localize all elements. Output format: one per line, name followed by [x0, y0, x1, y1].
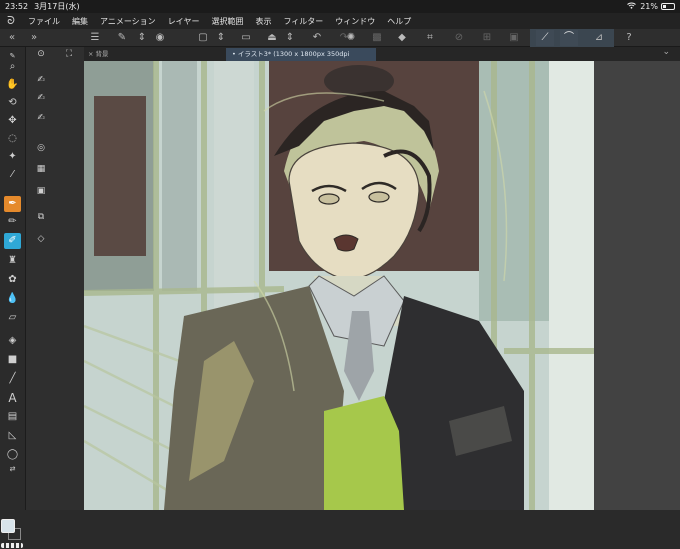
- document-tabs: × 背景 • イラスト3* (1300 x 1800px 350dpi 182.…: [84, 47, 680, 71]
- sub-pen-b-icon[interactable]: ✍: [33, 91, 49, 106]
- menu-layer[interactable]: レイヤー: [162, 16, 206, 27]
- pencil-icon[interactable]: ✏: [4, 214, 21, 230]
- fill-icon[interactable]: ◆: [393, 30, 411, 46]
- battery-percent: 21%: [640, 2, 658, 11]
- chevron-right-icon[interactable]: »: [25, 30, 43, 46]
- ruler-icon[interactable]: ◺: [4, 428, 21, 444]
- stepper-icon[interactable]: ⇕: [133, 30, 151, 46]
- hamburger-menu-icon[interactable]: ☰: [86, 30, 104, 46]
- sub-layers-icon[interactable]: ◇: [33, 232, 49, 247]
- save-icon[interactable]: ⏏: [263, 30, 281, 46]
- undo-icon[interactable]: ↶: [308, 30, 326, 46]
- sub-search-icon[interactable]: ⊙: [33, 47, 49, 62]
- blend-icon[interactable]: 💧: [4, 291, 21, 307]
- eyedropper-icon[interactable]: ⁄: [4, 167, 21, 183]
- status-time: 23:52: [5, 2, 29, 11]
- sub-tool-bar: ⊙ ⛶ ✍ ✍ ✍ ◎ ▦ ▣ ⧉ ◇: [26, 47, 84, 510]
- stepper-icon-2[interactable]: ⇕: [212, 30, 230, 46]
- curve-snap-icon[interactable]: ⌒: [560, 30, 578, 46]
- pen-tool-icon[interactable]: ✒: [4, 196, 21, 212]
- transparent-color[interactable]: [1, 543, 23, 548]
- wifi-icon: [627, 2, 637, 11]
- move-icon[interactable]: ✥: [4, 113, 21, 129]
- tab-background[interactable]: × 背景: [84, 48, 113, 61]
- tool-bar: ✎ ⌕ ✋ ⟲ ✥ ◌ ✦ ⁄ ✒ ✏ ✐ ♜ ✿ 💧 ▱ ◈ ■ ╱ A ▤ …: [0, 47, 26, 548]
- menu-animation[interactable]: アニメーション: [94, 16, 162, 27]
- menu-selection[interactable]: 選択範囲: [205, 16, 249, 27]
- drawing-canvas[interactable]: [84, 61, 594, 510]
- zoom-icon[interactable]: ⌕: [4, 59, 21, 75]
- decoration-icon[interactable]: ✿: [4, 272, 21, 288]
- frame-icon[interactable]: ▤: [4, 409, 21, 425]
- sub-material-icon[interactable]: ⧉: [33, 210, 49, 225]
- menu-edit[interactable]: 編集: [66, 16, 94, 27]
- battery-icon: [661, 3, 675, 10]
- hand-icon[interactable]: ✋: [4, 77, 21, 93]
- magic-wand-icon[interactable]: ✦: [4, 149, 21, 165]
- lasso-icon[interactable]: ◌: [4, 131, 21, 147]
- stepper-icon-3[interactable]: ⇕: [281, 30, 299, 46]
- view-icon[interactable]: ◉: [151, 30, 169, 46]
- clear-icon[interactable]: ▩: [368, 30, 386, 46]
- new-canvas-icon[interactable]: ▢: [194, 30, 212, 46]
- artwork: [84, 61, 594, 510]
- menu-window[interactable]: ウィンドウ: [329, 16, 381, 27]
- sub-star-icon[interactable]: ⛶: [61, 47, 77, 62]
- color-swatch[interactable]: [1, 519, 23, 549]
- collapse-left-icon[interactable]: «: [3, 30, 21, 46]
- crop-icon[interactable]: ▣: [505, 30, 523, 46]
- airbrush-icon[interactable]: ♜: [4, 253, 21, 269]
- status-bar: 23:52 3月17日(水) 21%: [0, 0, 680, 13]
- fill-bucket-icon[interactable]: ◈: [4, 333, 21, 349]
- status-date: 3月17日(水): [34, 2, 80, 11]
- sub-navigator-icon[interactable]: ▣: [33, 184, 49, 199]
- sub-color-wheel-icon[interactable]: ◎: [33, 141, 49, 156]
- gradient-icon[interactable]: ■: [4, 352, 21, 368]
- text-tool-icon[interactable]: A: [4, 390, 21, 406]
- canvas-area: [84, 61, 680, 510]
- rotate-icon[interactable]: ⟲: [4, 95, 21, 111]
- perspective-ruler-icon[interactable]: ⊿: [590, 30, 608, 46]
- menu-file[interactable]: ファイル: [22, 16, 66, 27]
- transform-icon[interactable]: ⌗: [421, 30, 439, 46]
- help-icon[interactable]: ?: [620, 30, 638, 46]
- brush-settings-icon[interactable]: ✎: [113, 30, 131, 46]
- deselect-icon[interactable]: ⊘: [450, 30, 468, 46]
- brush-tool-icon[interactable]: ✐: [4, 233, 21, 249]
- menu-bar: ᘐ ファイル 編集 アニメーション レイヤー 選択範囲 表示 フィルター ウィン…: [0, 13, 680, 29]
- main-color[interactable]: [1, 519, 15, 533]
- chevron-down-icon[interactable]: ⌄: [662, 47, 670, 57]
- menu-view[interactable]: 表示: [249, 16, 277, 27]
- menu-filter[interactable]: フィルター: [277, 16, 329, 27]
- eraser-icon[interactable]: ▱: [4, 310, 21, 326]
- menu-help[interactable]: ヘルプ: [381, 16, 417, 27]
- open-folder-icon[interactable]: ▭: [237, 30, 255, 46]
- sub-palette-icon[interactable]: ▦: [33, 162, 49, 177]
- command-bar: « » ☰ ✎ ⇕ ◉ ▢ ⇕ ▭ ⏏ ⇕ ↶ ↷ ✺ ▩ ◆ ⌗ ⊘ ⊞ ▣ …: [0, 29, 680, 47]
- sub-pen-c-icon[interactable]: ✍: [33, 111, 49, 126]
- loading-icon[interactable]: ✺: [342, 30, 360, 46]
- invert-selection-icon[interactable]: ⊞: [478, 30, 496, 46]
- tab-illustration3[interactable]: • イラスト3* (1300 x 1800px 350dpi 182.4%): [226, 48, 376, 71]
- sub-pen-a-icon[interactable]: ✍: [33, 73, 49, 88]
- ruler-snap-icon[interactable]: ⟋: [536, 30, 554, 46]
- swap-color-icon[interactable]: ⇄: [4, 461, 21, 477]
- app-logo-icon[interactable]: ᘐ: [0, 14, 22, 28]
- line-icon[interactable]: ╱: [4, 371, 21, 387]
